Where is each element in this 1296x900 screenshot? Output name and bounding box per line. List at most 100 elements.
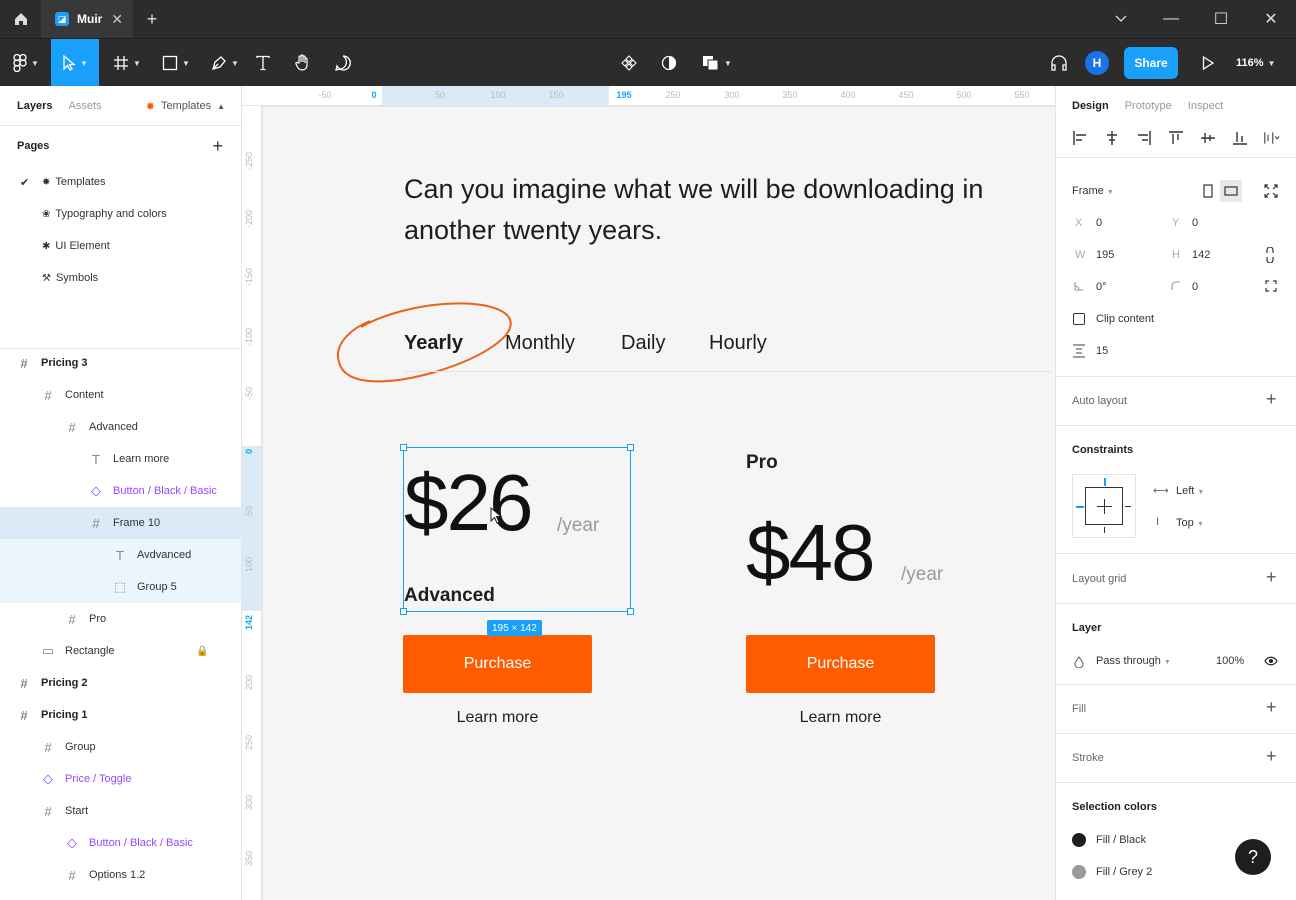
components-button[interactable]	[617, 39, 641, 87]
page-item[interactable]: ✔ ✸ Templates	[0, 166, 241, 198]
selection-box[interactable]	[400, 444, 634, 615]
purchase-button-advanced[interactable]: Purchase	[403, 635, 592, 693]
corner-radius-input[interactable]: 0	[1192, 281, 1198, 293]
layer-row[interactable]: ◇ Button / Black / Basic	[0, 475, 241, 507]
page-item[interactable]: ⚒ Symbols	[0, 262, 241, 294]
constraints-widget[interactable]	[1072, 474, 1136, 538]
clip-content-checkbox[interactable]	[1073, 313, 1085, 325]
layer-row[interactable]: # Advanced	[0, 411, 241, 443]
zoom-dropdown[interactable]: 116% ▼	[1236, 39, 1275, 87]
tabs-dropdown-button[interactable]	[1096, 0, 1146, 38]
frame-type-dropdown[interactable]: Frame ▼	[1072, 185, 1114, 197]
layer-row[interactable]: # Content	[0, 379, 241, 411]
align-right-icon[interactable]	[1136, 130, 1152, 146]
add-layout-grid-button[interactable]: +	[1266, 567, 1277, 588]
present-button[interactable]	[1198, 39, 1218, 87]
tab-prototype[interactable]: Prototype	[1125, 100, 1172, 112]
close-window-button[interactable]: ✕	[1246, 0, 1296, 38]
learn-more-advanced[interactable]: Learn more	[403, 709, 592, 727]
opacity-input[interactable]: 100%	[1216, 655, 1244, 667]
landscape-button[interactable]	[1220, 180, 1242, 202]
align-center-horizontal-icon[interactable]	[1104, 130, 1120, 146]
x-input[interactable]: 0	[1096, 217, 1102, 229]
frame-tool-button[interactable]: ▼	[104, 39, 150, 87]
resize-handle-top-right[interactable]	[627, 444, 634, 451]
add-auto-layout-button[interactable]: +	[1266, 389, 1277, 410]
page-switcher[interactable]: ✸ Templates ▲	[146, 86, 225, 126]
page-item[interactable]: ❀ Typography and colors	[0, 198, 241, 230]
layer-row[interactable]: T Learn more	[0, 443, 241, 475]
tab-hourly[interactable]: Hourly	[709, 332, 767, 355]
resize-to-fit-icon[interactable]	[1264, 184, 1278, 198]
layer-row[interactable]: # Pricing 2	[0, 667, 241, 699]
tab-assets[interactable]: Assets	[68, 100, 101, 112]
mask-button[interactable]	[657, 39, 681, 87]
layer-row[interactable]: ◇ Price / Toggle	[0, 763, 241, 795]
eye-icon[interactable]	[1264, 656, 1278, 666]
vertical-constraint-dropdown[interactable]: Top ▼	[1176, 517, 1204, 529]
canvas[interactable]: -50 0 50 100 150 195 250 300 350 400 450 500 550 -25…	[242, 86, 1055, 900]
purchase-button-pro[interactable]: Purchase	[746, 635, 935, 693]
pricing-frame[interactable]: Can you imagine what we will be download…	[263, 107, 1055, 900]
headline-text[interactable]: Can you imagine what we will be download…	[404, 169, 1055, 251]
y-input[interactable]: 0	[1192, 217, 1198, 229]
pen-tool-button[interactable]: ▼	[202, 39, 248, 87]
layer-row[interactable]: ▭ Rectangle 🔒	[0, 635, 241, 667]
layer-row[interactable]: # Group	[0, 731, 241, 763]
spacing-input[interactable]: 15	[1096, 345, 1108, 357]
align-left-icon[interactable]	[1072, 130, 1088, 146]
hand-tool-button[interactable]	[290, 39, 316, 87]
per-year-pro[interactable]: /year	[901, 564, 943, 586]
color-style-black[interactable]: Fill / Black	[1096, 834, 1146, 846]
tab-yearly[interactable]: Yearly	[404, 332, 463, 355]
rotation-input[interactable]: 0°	[1096, 281, 1107, 293]
constrain-proportions-icon[interactable]	[1265, 247, 1275, 263]
tab-layers[interactable]: Layers	[17, 100, 52, 112]
layer-row[interactable]: # Start	[0, 795, 241, 827]
align-center-vertical-icon[interactable]	[1200, 130, 1216, 146]
layer-row[interactable]: ⬚ Group 5	[0, 571, 241, 603]
boolean-button[interactable]: ▼	[697, 39, 737, 87]
layer-row[interactable]: # Options 1.2	[0, 859, 241, 891]
layer-row[interactable]: # Pro	[0, 603, 241, 635]
tab-inspect[interactable]: Inspect	[1188, 100, 1223, 112]
user-avatar[interactable]: H	[1085, 51, 1109, 75]
resize-handle-bottom-left[interactable]	[400, 608, 407, 615]
page-item[interactable]: ✱ UI Element	[0, 230, 241, 262]
layer-row[interactable]: # Pricing 1	[0, 699, 241, 731]
move-tool-button[interactable]: ▼	[51, 39, 99, 87]
distribute-icon[interactable]	[1264, 130, 1280, 146]
w-input[interactable]: 195	[1096, 249, 1114, 261]
home-button[interactable]	[0, 0, 41, 38]
independent-corners-icon[interactable]	[1265, 280, 1277, 292]
minimize-button[interactable]: —	[1146, 0, 1196, 38]
new-tab-button[interactable]: +	[142, 8, 162, 30]
layer-row[interactable]: T Avdvanced	[0, 539, 241, 571]
color-swatch-black[interactable]	[1072, 833, 1086, 847]
maximize-button[interactable]: ☐	[1196, 0, 1246, 38]
resize-handle-top-left[interactable]	[400, 444, 407, 451]
lock-icon[interactable]: 🔒	[196, 646, 208, 657]
tab-daily[interactable]: Daily	[621, 332, 665, 355]
color-style-grey[interactable]: Fill / Grey 2	[1096, 866, 1152, 878]
share-button[interactable]: Share	[1124, 47, 1178, 79]
portrait-icon[interactable]	[1203, 184, 1213, 198]
audio-button[interactable]	[1046, 39, 1072, 87]
learn-more-pro[interactable]: Learn more	[746, 709, 935, 727]
blend-mode-dropdown[interactable]: Pass through ▼	[1096, 655, 1171, 667]
main-menu-button[interactable]: ▼	[4, 39, 48, 87]
color-swatch-grey[interactable]	[1072, 865, 1086, 879]
text-tool-button[interactable]	[251, 39, 275, 87]
align-top-icon[interactable]	[1168, 130, 1184, 146]
plan-name-pro[interactable]: Pro	[746, 452, 778, 474]
add-fill-button[interactable]: +	[1266, 697, 1277, 718]
close-tab-icon[interactable]: ✕	[111, 11, 123, 28]
resize-handle-bottom-right[interactable]	[627, 608, 634, 615]
file-tab[interactable]: ◪ Muir ✕	[41, 0, 133, 38]
layer-row[interactable]: # Frame 10	[0, 507, 241, 539]
comment-tool-button[interactable]	[330, 39, 356, 87]
tab-design[interactable]: Design	[1072, 100, 1109, 112]
help-button[interactable]: ?	[1235, 839, 1271, 875]
h-input[interactable]: 142	[1192, 249, 1210, 261]
add-page-button[interactable]: +	[212, 136, 223, 157]
